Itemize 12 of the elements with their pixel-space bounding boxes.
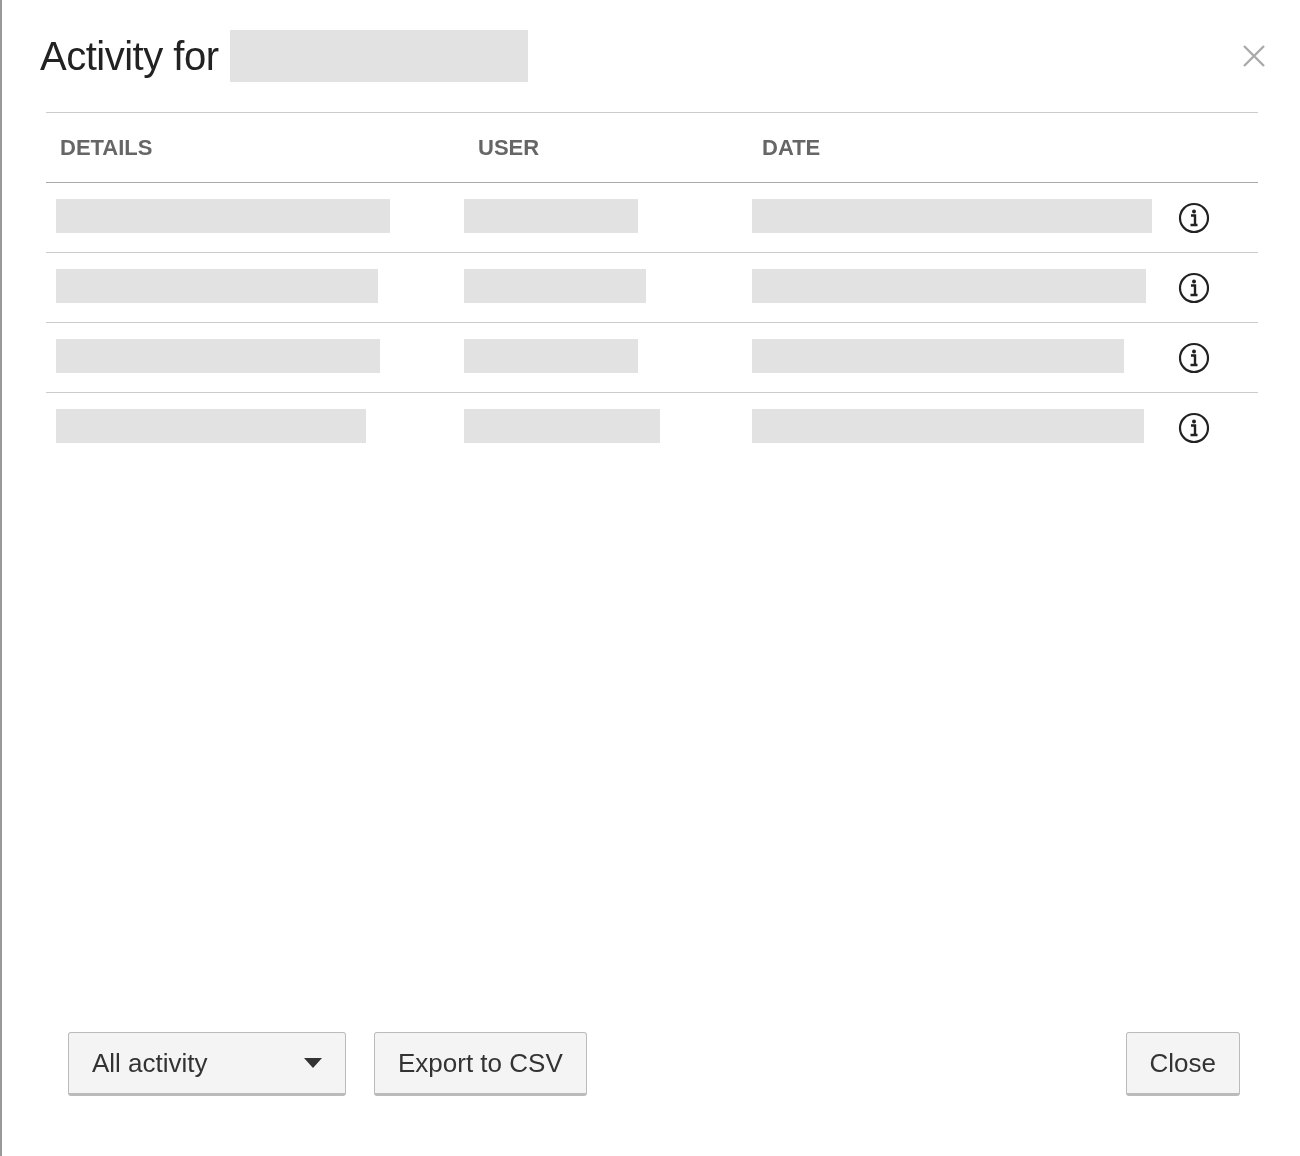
column-header: DATE (761, 134, 822, 161)
export-button[interactable]: Export to CSV (374, 1032, 587, 1096)
info-icon[interactable] (1178, 271, 1210, 304)
info-icon[interactable] (1178, 201, 1210, 234)
info-icon[interactable] (1178, 411, 1210, 444)
activity-filter-dropdown[interactable]: All activity (68, 1032, 346, 1096)
column-header: DETAILS (59, 134, 154, 161)
info-icon[interactable] (1178, 341, 1210, 374)
close-button[interactable]: Close (1125, 1032, 1240, 1096)
caret-icon (304, 1058, 322, 1068)
column-header: USER (477, 134, 541, 161)
dialog-title: Activity for (40, 33, 219, 79)
